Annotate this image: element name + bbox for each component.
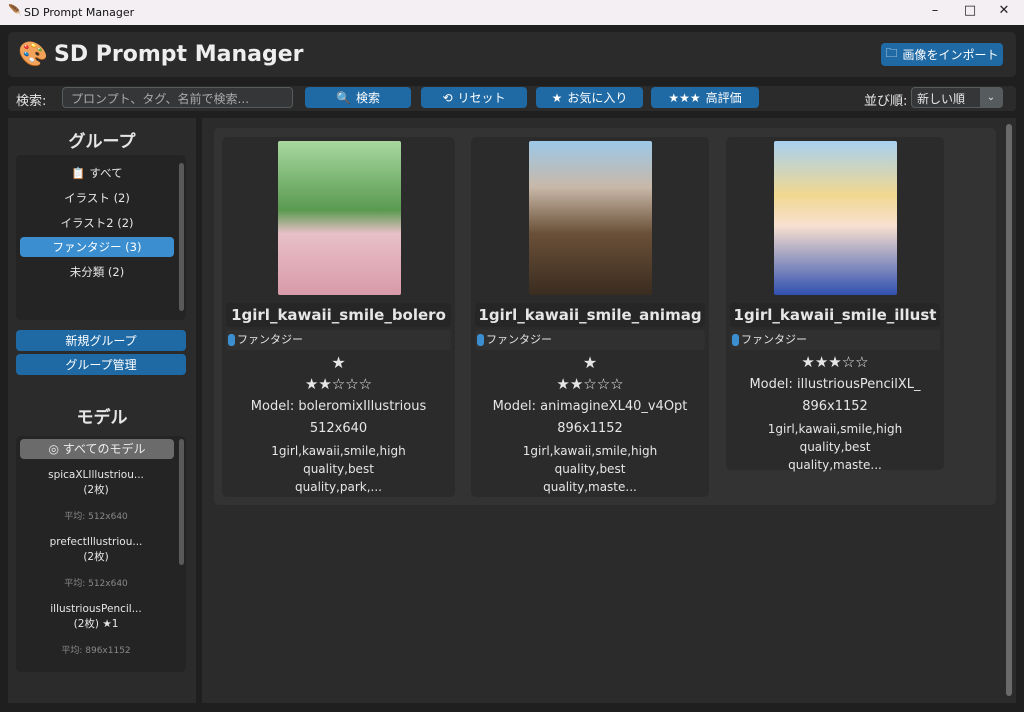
card-title: 1girl_kawaii_smile_illust: [730, 303, 940, 327]
group-tag: ファンタジー: [475, 330, 705, 350]
image-card[interactable]: 1girl_kawaii_smile_illust ファンタジー ★★★☆☆ M…: [726, 137, 944, 472]
card-title: 1girl_kawaii_smile_bolero: [226, 303, 451, 327]
sort-select[interactable]: 新しい順 ⌄: [911, 87, 1003, 108]
image-thumbnail[interactable]: [277, 141, 401, 295]
group-item-illust2[interactable]: イラスト2 (2): [20, 213, 174, 233]
search-icon: 🔍: [336, 90, 351, 105]
window-title: SD Prompt Manager: [24, 6, 135, 19]
model-avg: 平均: 512x640: [64, 512, 128, 522]
reset-button[interactable]: ⟲ リセット: [421, 87, 527, 108]
model-avg: 平均: 896x1152: [61, 646, 131, 656]
new-group-button[interactable]: 新規グループ: [16, 330, 186, 351]
model-name: prefectIllustriou...: [49, 536, 143, 548]
group-tag: ファンタジー: [730, 330, 940, 350]
groups-heading: グループ: [68, 132, 136, 152]
close-button[interactable]: ✕: [989, 3, 1019, 18]
group-list: 📋 すべて イラスト (2) イラスト2 (2) ファンタジー (3) 未分類 …: [16, 155, 186, 320]
group-item-uncategorized[interactable]: 未分類 (2): [20, 262, 174, 282]
reset-icon: ⟲: [442, 90, 453, 105]
gallery-scrollbar[interactable]: [1006, 124, 1012, 696]
reset-button-label: リセット: [457, 91, 506, 105]
model-count: (2枚): [83, 551, 109, 563]
import-images-button[interactable]: 🗀 画像をインポート: [881, 43, 1003, 66]
card-size: 512x640: [309, 421, 368, 436]
group-tag: ファンタジー: [226, 330, 451, 350]
app-title: SD Prompt Manager: [54, 42, 304, 67]
all-models-button[interactable]: ◎ すべてのモデル: [20, 439, 174, 459]
chevron-down-icon[interactable]: ⌄: [980, 88, 1002, 107]
group-item-fantasy[interactable]: ファンタジー (3): [20, 237, 174, 257]
manage-groups-button[interactable]: グループ管理: [16, 354, 186, 375]
favorite-star-icon[interactable]: ★: [222, 353, 455, 372]
minimize-button[interactable]: –: [920, 3, 950, 18]
favorites-button-label: お気に入り: [567, 91, 628, 105]
feather-icon: 🪶: [8, 4, 22, 17]
card-model: Model: illustriousPencilXL_: [749, 377, 921, 392]
group-item-all[interactable]: 📋 すべて: [20, 163, 174, 183]
model-avg: 平均: 512x640: [64, 579, 128, 589]
search-button-label: 検索: [355, 91, 380, 105]
card-grid: 1girl_kawaii_smile_bolero ファンタジー ★ ★★☆☆☆…: [214, 128, 996, 505]
sort-value: 新しい順: [917, 92, 966, 106]
favorite-star-icon[interactable]: ★: [471, 353, 709, 372]
model-name: spicaXLIllustriou...: [48, 469, 144, 481]
toolbar: 検索: プロンプト、タグ、名前で検索... 🔍 検索 ⟲ リセット ★ お気に入り ★…: [8, 86, 1016, 111]
favorites-button[interactable]: ★ お気に入り: [536, 87, 643, 108]
group-item-illust[interactable]: イラスト (2): [20, 188, 174, 208]
rating-stars[interactable]: ★★★☆☆: [726, 353, 944, 371]
model-scrollbar[interactable]: [179, 439, 184, 565]
image-thumbnail[interactable]: [774, 141, 897, 295]
high-rating-button[interactable]: ★★★ 高評価: [651, 87, 759, 108]
palette-icon: 🎨: [18, 40, 48, 68]
model-item[interactable]: illustriousPencil... (2枚) ★1: [16, 602, 176, 632]
search-label: 検索:: [16, 94, 47, 109]
sort-label: 並び順:: [864, 94, 908, 109]
maximize-button[interactable]: □: [955, 3, 985, 18]
title-bar: 🪶 SD Prompt Manager – □ ✕: [0, 0, 1024, 25]
rating-stars[interactable]: ★★☆☆☆: [471, 375, 709, 393]
rating-stars[interactable]: ★★☆☆☆: [222, 375, 455, 393]
card-title: 1girl_kawaii_smile_animag: [475, 303, 705, 327]
three-stars-icon: ★★★: [668, 90, 701, 105]
image-card[interactable]: 1girl_kawaii_smile_bolero ファンタジー ★ ★★☆☆☆…: [222, 137, 455, 497]
high-rating-button-label: 高評価: [705, 91, 742, 105]
model-count: (2枚): [83, 484, 109, 496]
search-input[interactable]: プロンプト、タグ、名前で検索...: [62, 87, 293, 108]
folder-icon: 🗀: [885, 46, 898, 60]
card-prompt: 1girl,kawaii,smile,high quality,best qua…: [767, 422, 903, 472]
group-scrollbar[interactable]: [179, 163, 184, 311]
model-count: (2枚): [73, 618, 99, 630]
sidebar: グループ 📋 すべて イラスト (2) イラスト2 (2) ファンタジー (3)…: [8, 118, 196, 703]
model-item[interactable]: spicaXLIllustriou... (2枚): [16, 468, 176, 498]
gallery-area: 1girl_kawaii_smile_bolero ファンタジー ★ ★★☆☆☆…: [202, 118, 1016, 703]
card-model: Model: boleromixIllustrious: [250, 399, 427, 414]
star-icon: ★: [551, 90, 563, 105]
card-prompt: 1girl,kawaii,smile,high quality,best qua…: [271, 444, 406, 494]
import-label: 画像をインポート: [902, 48, 999, 62]
search-button[interactable]: 🔍 検索: [305, 87, 411, 108]
app-header: 🎨 SD Prompt Manager 🗀 画像をインポート: [8, 32, 1016, 77]
models-heading: モデル: [76, 408, 128, 428]
card-prompt: 1girl,kawaii,smile,high quality,best qua…: [522, 444, 658, 494]
image-thumbnail[interactable]: [529, 141, 652, 295]
model-list: ◎ すべてのモデル spicaXLIllustriou... (2枚) 平均: 5…: [16, 436, 186, 672]
model-name: illustriousPencil...: [50, 603, 142, 615]
card-model: Model: animagineXL40_v4Opt: [492, 399, 688, 414]
model-item[interactable]: prefectIllustriou... (2枚): [16, 535, 176, 565]
favorite-count: ★1: [102, 618, 119, 630]
card-size: 896x1152: [802, 399, 868, 414]
image-card[interactable]: 1girl_kawaii_smile_animag ファンタジー ★ ★★☆☆☆…: [471, 137, 709, 497]
card-size: 896x1152: [557, 421, 623, 436]
